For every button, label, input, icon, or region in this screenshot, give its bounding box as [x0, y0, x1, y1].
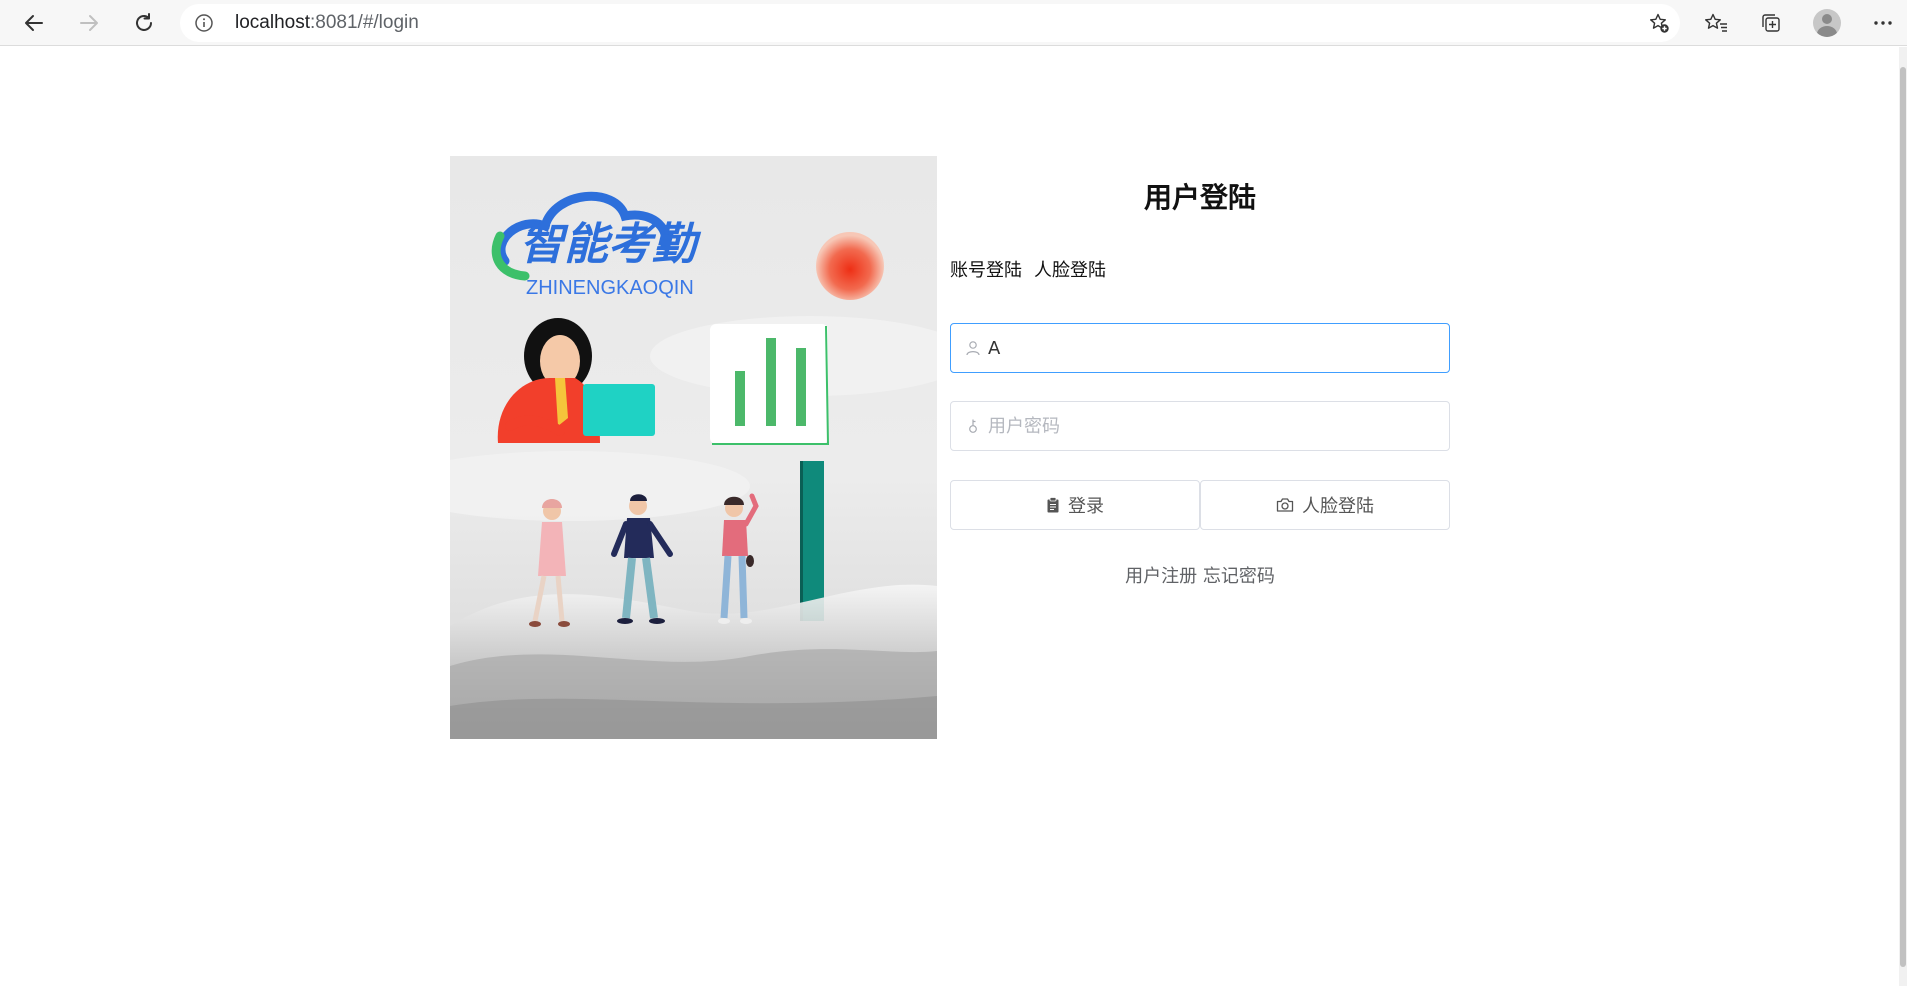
reload-icon: [136, 13, 152, 31]
profile-button[interactable]: [1810, 6, 1844, 40]
arrow-left-icon: [25, 15, 43, 31]
page-title: 用户登陆: [1143, 181, 1256, 214]
face-login-button[interactable]: 人脸登陆: [1200, 480, 1450, 530]
scrollbar-thumb[interactable]: [1900, 67, 1906, 967]
logo-subtitle: ZHINENGKAOQIN: [526, 277, 694, 299]
username-field[interactable]: [950, 323, 1450, 373]
forward-button[interactable]: [72, 6, 106, 40]
password-field[interactable]: [950, 401, 1450, 451]
illustration-graphic: 智能考勤 ZHINENGKAOQIN: [450, 156, 937, 739]
avatar: [1813, 9, 1841, 37]
login-tabs: 账号登陆 人脸登陆: [950, 256, 1106, 282]
login-illustration: 智能考勤 ZHINENGKAOQIN: [450, 156, 937, 739]
favorites-icon: [1705, 13, 1727, 32]
url-host: localhost: [235, 12, 310, 33]
tab-face-login[interactable]: 人脸登陆: [1034, 256, 1106, 282]
browser-toolbar: localhost:8081/#/login: [0, 0, 1907, 46]
more-menu-button[interactable]: [1866, 6, 1900, 40]
key-icon: [965, 418, 981, 438]
login-button[interactable]: 登录: [950, 480, 1200, 530]
url-text[interactable]: localhost:8081/#/login: [235, 4, 419, 42]
password-input[interactable]: [988, 402, 1428, 450]
collections-button[interactable]: [1754, 6, 1788, 40]
address-bar[interactable]: localhost:8081/#/login: [180, 4, 1680, 42]
user-icon: [965, 340, 981, 360]
star-plus-icon[interactable]: [1648, 12, 1670, 38]
auth-links: 用户注册 忘记密码: [950, 562, 1450, 588]
logo-title: 智能考勤: [520, 219, 702, 270]
clipboard-icon: [1047, 497, 1059, 513]
url-path: :8081/#/login: [310, 12, 419, 33]
forgot-password-link[interactable]: 忘记密码: [1203, 566, 1275, 587]
collections-icon: [1762, 14, 1780, 32]
vertical-scrollbar[interactable]: [1899, 47, 1907, 986]
face-login-button-label: 人脸登陆: [1302, 496, 1374, 517]
info-icon[interactable]: [194, 13, 214, 37]
tab-account-login[interactable]: 账号登陆: [950, 256, 1022, 282]
favorites-button[interactable]: [1699, 6, 1733, 40]
login-panel: 用户登陆 账号登陆 人脸登陆 登录: [950, 156, 1450, 656]
more-icon: [1874, 21, 1892, 25]
username-input[interactable]: [988, 324, 1428, 372]
camera-icon: [1276, 498, 1294, 512]
register-link[interactable]: 用户注册: [1125, 566, 1197, 587]
login-button-label: 登录: [1068, 496, 1104, 517]
back-button[interactable]: [17, 6, 51, 40]
arrow-right-icon: [80, 15, 98, 31]
reload-button[interactable]: [127, 6, 161, 40]
